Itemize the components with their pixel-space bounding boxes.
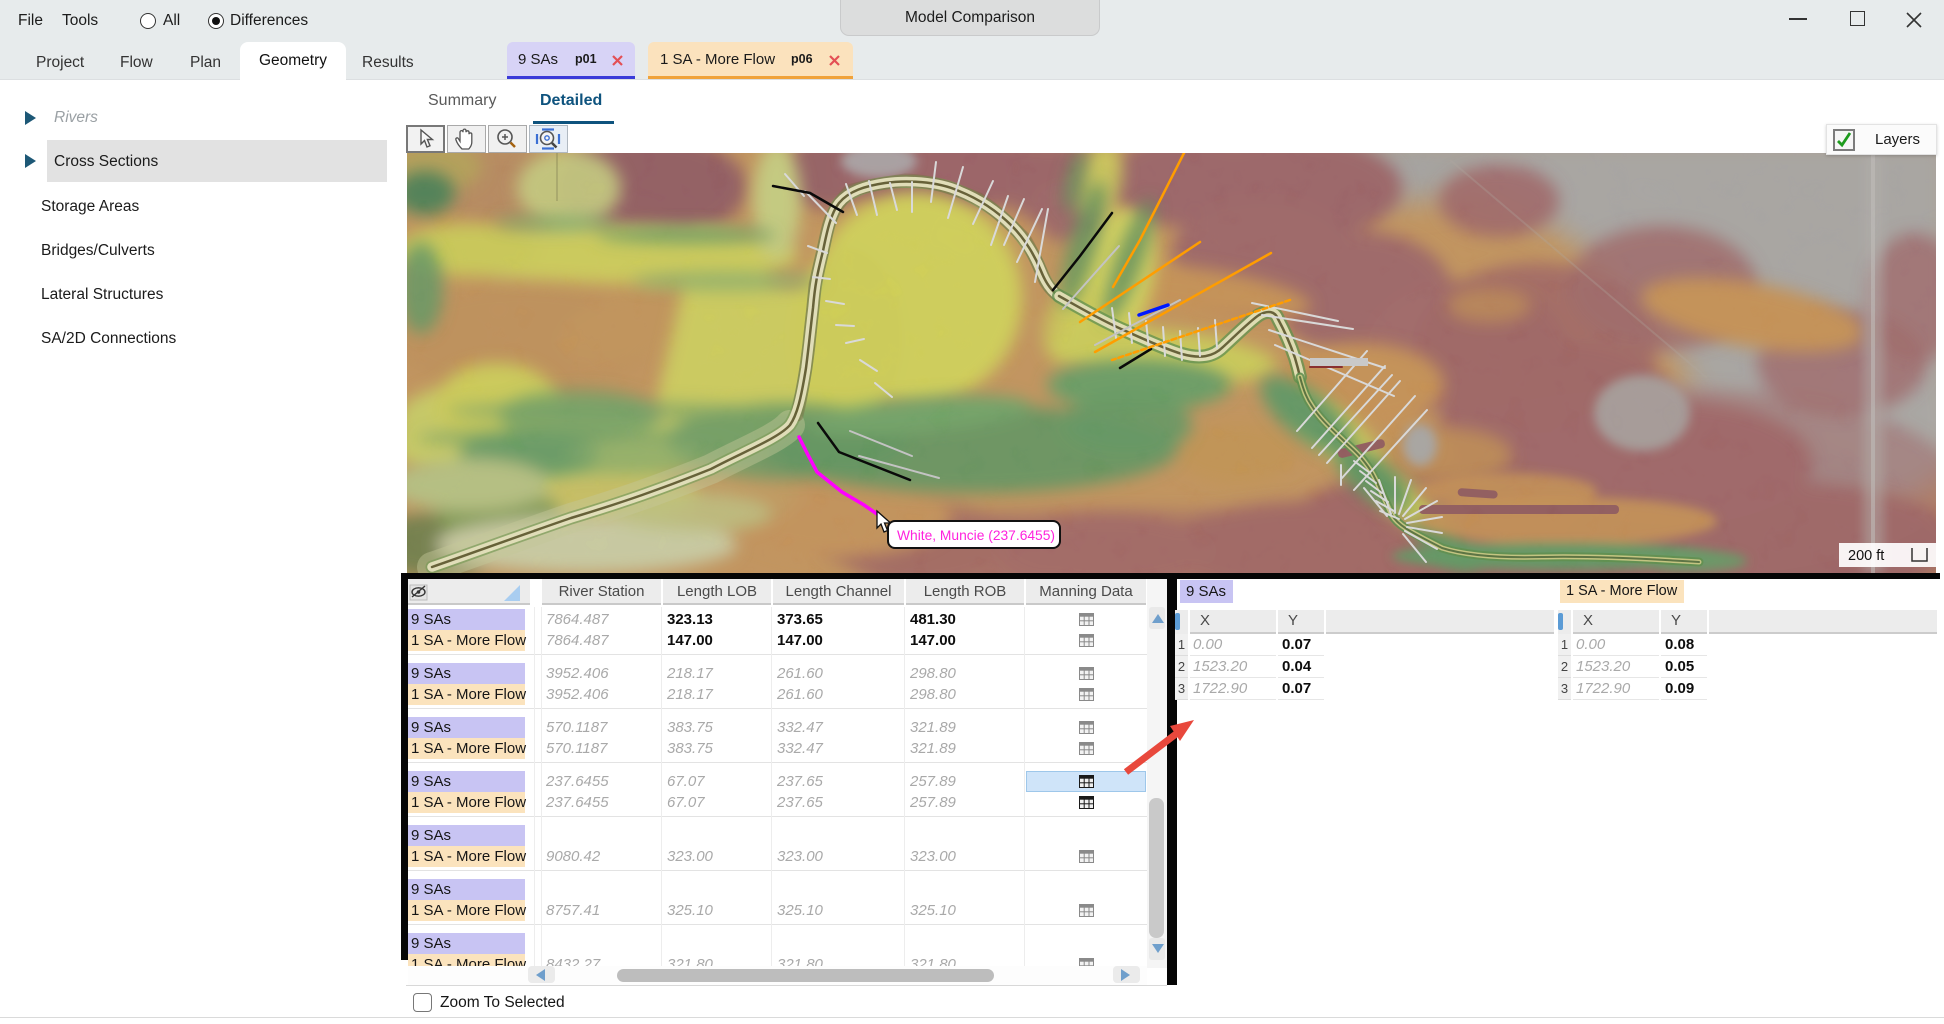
svg-text:White, Muncie (237.6455): White, Muncie (237.6455) (897, 528, 1055, 543)
svg-text:200 ft: 200 ft (1848, 548, 1884, 564)
